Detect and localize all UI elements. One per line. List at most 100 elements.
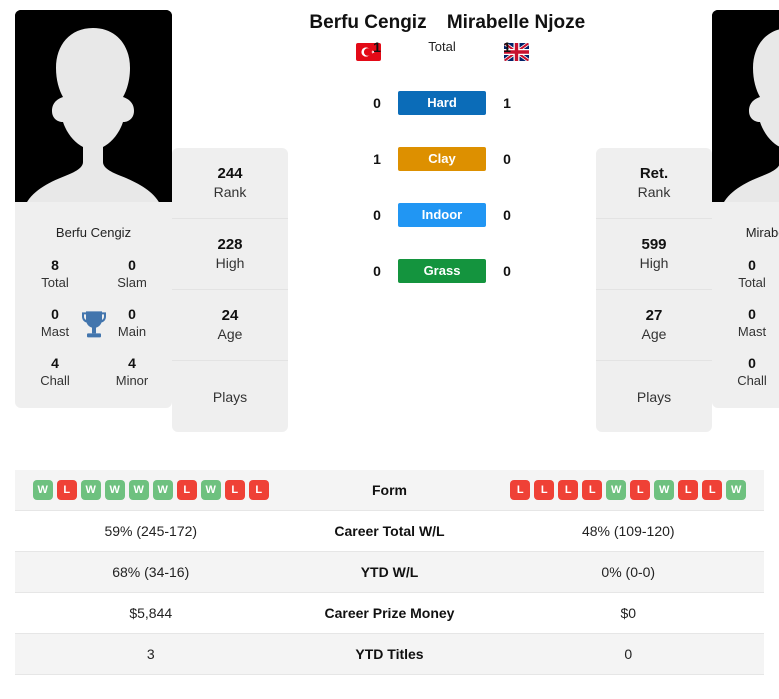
form-badge-l: L [630, 480, 651, 500]
right-form-cell: LLLLWLWLLW [493, 480, 765, 500]
h2h-total-label: Total [428, 39, 456, 54]
form-badge-w: W [104, 480, 125, 500]
player-avatar-silhouette [15, 10, 172, 215]
stats-table: WLWWWWLWLL Form LLLLWLWLLW 59% (245-172)… [0, 470, 779, 675]
trophy-icon [79, 308, 109, 340]
right-high-label: High [639, 255, 669, 271]
form-badge-w: W [200, 480, 221, 500]
form-badge-l: L [558, 480, 579, 500]
h2h-row-indoor: 0 Indoor 0 [294, 187, 590, 243]
left-titles-mast: 0 Mast [29, 306, 81, 341]
value: 4 [51, 355, 59, 371]
row-label-form: Form [372, 482, 407, 498]
h2h-row-hard: 0 Hard 1 [294, 75, 590, 131]
h2h-row-grass: 0 Grass 0 [294, 243, 590, 299]
form-badge-l: L [224, 480, 245, 500]
form-badge-w: W [726, 480, 747, 500]
label: Slam [117, 275, 147, 290]
row-label-ytd-titles: YTD Titles [355, 646, 424, 662]
left-rank-label: Rank [213, 184, 247, 200]
left-high-cell: 228 High [172, 219, 288, 290]
value: 0 [51, 306, 59, 322]
right-player-card[interactable]: Mirabelle Njoze 0 Total 0 Slam 0 Mast [712, 10, 779, 408]
trophy-icon-svg [81, 310, 106, 337]
form-badge-w: W [606, 480, 627, 500]
form-badge-w: W [32, 480, 53, 500]
right-age-cell: 27 Age [596, 290, 712, 361]
right-career-prize-money: $0 [620, 605, 637, 621]
form-badge-w: W [152, 480, 173, 500]
h2h-grass-pill[interactable]: Grass [398, 259, 486, 283]
label: Chall [40, 373, 70, 388]
label: Chall [737, 373, 767, 388]
h2h-indoor-right: 0 [503, 207, 511, 223]
value: 0 [128, 306, 136, 322]
value: 0 [748, 306, 756, 322]
right-age-label: Age [641, 326, 667, 342]
right-career-total-wl: 48% (109-120) [581, 523, 675, 539]
player-comparison-page: Berfu Cengiz 8 Total 0 Slam 0 Mast 0 Mai… [0, 0, 779, 699]
right-plays-cell: Plays [596, 361, 712, 432]
label: Mast [737, 324, 767, 339]
head-to-head-list: 1 Total 1 0 Hard 1 1 Clay 0 0 Indoor 0 0… [294, 19, 590, 299]
right-plays-label: Plays [636, 388, 672, 405]
left-form-strip: WLWWWWLWLL [15, 480, 287, 500]
h2h-hard-right: 1 [503, 95, 511, 111]
form-badge-l: L [582, 480, 603, 500]
trophy-icon [776, 308, 779, 340]
h2h-total-left: 1 [373, 39, 381, 55]
label: Mast [40, 324, 70, 339]
left-form-cell: WLWWWWLWLL [15, 480, 287, 500]
left-career-total-wl: 59% (245-172) [104, 523, 198, 539]
right-titles-row-3: 0 Chall 0 Minor [716, 349, 779, 398]
label: Total [738, 275, 766, 290]
left-stat-card: 244 Rank 228 High 24 Age Plays [172, 148, 288, 432]
table-row-ytd-wl: 68% (34-16) YTD W/L 0% (0-0) [15, 552, 764, 593]
right-ytd-titles: 0 [624, 646, 633, 662]
left-plays-cell: Plays [172, 361, 288, 432]
right-titles-mast: 0 Mast [726, 306, 778, 341]
right-titles-total: 0 Total [726, 257, 778, 292]
left-career-prize-money: $5,844 [129, 605, 173, 621]
right-titles-chall: 0 Chall [726, 355, 778, 390]
left-age-cell: 24 Age [172, 290, 288, 361]
left-player-photo [15, 10, 172, 215]
left-player-card[interactable]: Berfu Cengiz 8 Total 0 Slam 0 Mast 0 Mai… [15, 10, 172, 408]
left-titles-chall: 4 Chall [29, 355, 81, 390]
form-badge-w: W [128, 480, 149, 500]
table-row-career-total-wl: 59% (245-172) Career Total W/L 48% (109-… [15, 511, 764, 552]
left-plays-label: Plays [212, 388, 248, 405]
h2h-hard-left: 0 [373, 95, 381, 111]
left-high-label: High [215, 255, 245, 271]
right-rank-value: Ret. [639, 165, 669, 182]
form-badge-l: L [702, 480, 723, 500]
label: Total [41, 275, 69, 290]
right-high-cell: 599 High [596, 219, 712, 290]
h2h-clay-pill[interactable]: Clay [398, 147, 486, 171]
left-high-value: 228 [217, 236, 243, 253]
row-label-career-total-wl: Career Total W/L [334, 523, 445, 539]
left-rank-cell: 244 Rank [172, 148, 288, 219]
h2h-total-right: 1 [503, 39, 511, 55]
row-label-ytd-wl: YTD W/L [360, 564, 419, 580]
left-photo-name: Berfu Cengiz [15, 215, 172, 251]
right-player-photo [712, 10, 779, 215]
form-badge-l: L [56, 480, 77, 500]
comparison-header: Berfu Cengiz 8 Total 0 Slam 0 Mast 0 Mai… [0, 0, 779, 470]
h2h-grass-right: 0 [503, 263, 511, 279]
value: 4 [128, 355, 136, 371]
right-high-value: 599 [641, 236, 667, 253]
left-titles-grid: 8 Total 0 Slam 0 Mast 0 Main 4 Chall 4 M… [15, 251, 172, 408]
h2h-indoor-pill[interactable]: Indoor [398, 203, 486, 227]
left-age-label: Age [217, 326, 243, 342]
h2h-row-clay: 1 Clay 0 [294, 131, 590, 187]
right-photo-name: Mirabelle Njoze [712, 215, 779, 251]
h2h-indoor-left: 0 [373, 207, 381, 223]
form-badge-l: L [510, 480, 531, 500]
h2h-hard-pill[interactable]: Hard [398, 91, 486, 115]
h2h-grass-left: 0 [373, 263, 381, 279]
label: Main [117, 324, 147, 339]
table-row-ytd-titles: 3 YTD Titles 0 [15, 634, 764, 675]
table-row-career-prize-money: $5,844 Career Prize Money $0 [15, 593, 764, 634]
form-badge-w: W [80, 480, 101, 500]
